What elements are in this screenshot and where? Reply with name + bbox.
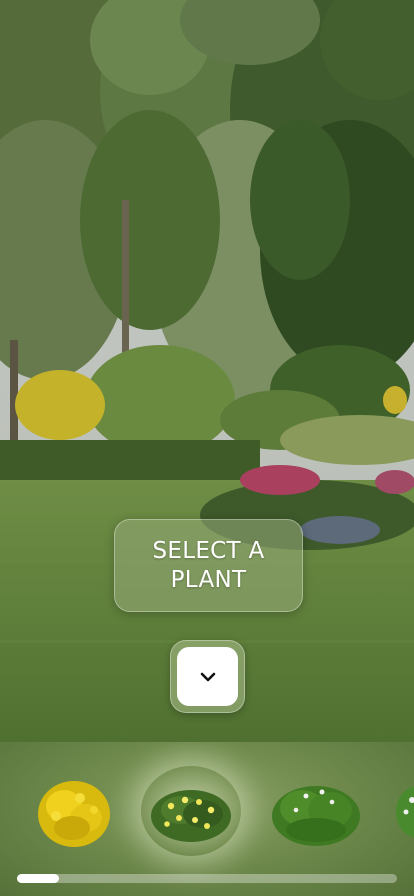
white-flower-shrub-icon — [272, 786, 360, 846]
garden-scene-illustration — [0, 0, 414, 742]
plant-list-scrollbar[interactable] — [17, 874, 397, 883]
select-plant-label: SELECT A PLANT — [152, 537, 265, 593]
plant-list[interactable] — [0, 742, 414, 872]
plant-option-partial-shrub[interactable] — [392, 766, 414, 856]
plant-option-yellow-shrub[interactable] — [24, 766, 124, 856]
garden-camera-view — [0, 0, 414, 742]
ar-garden-screen: SELECT A PLANT — [0, 0, 414, 896]
plant-option-white-flower-shrub[interactable] — [266, 766, 366, 856]
plant-option-yellow-flower-shrub[interactable] — [141, 766, 241, 856]
tray-toggle-frame — [170, 640, 245, 713]
yellow-flower-shrub-icon — [151, 790, 231, 842]
collapse-tray-button[interactable] — [177, 647, 238, 706]
chevron-down-icon — [200, 672, 215, 681]
yellow-shrub-icon — [38, 781, 110, 847]
select-plant-prompt: SELECT A PLANT — [114, 519, 303, 612]
partial-shrub-icon — [396, 786, 414, 838]
scrollbar-thumb[interactable] — [17, 874, 59, 883]
plant-picker-tray — [0, 742, 414, 896]
